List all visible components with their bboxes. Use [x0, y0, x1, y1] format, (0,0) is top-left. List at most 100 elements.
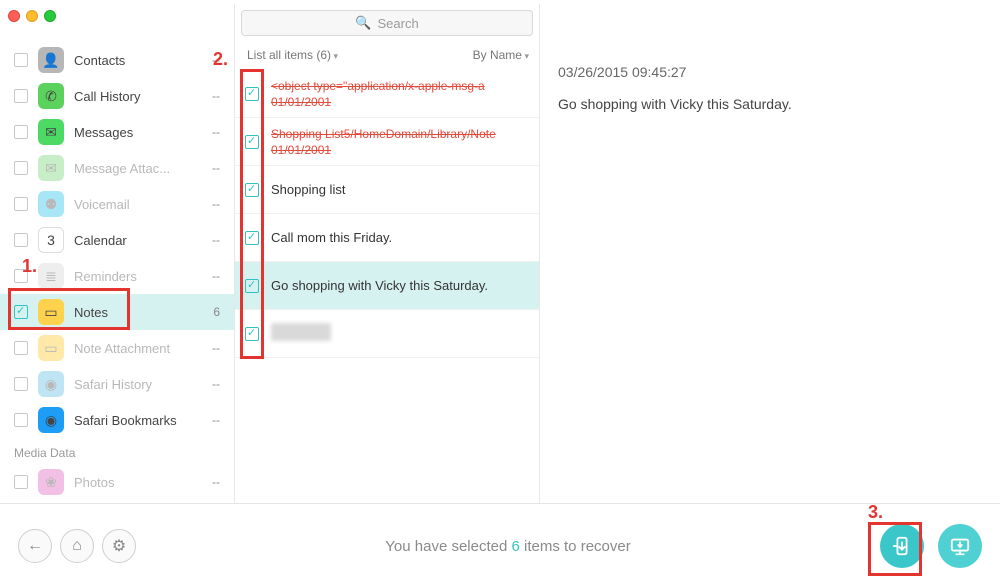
item-text: <object type="application/x-apple-msg-a0… [271, 78, 531, 108]
settings-button[interactable]: ⚙ [102, 529, 136, 563]
list-item[interactable]: Call mom this Friday. [235, 214, 539, 262]
list-item[interactable]: Shopping list [235, 166, 539, 214]
selection-status: You have selected 6 items to recover [136, 538, 880, 555]
sidebar-item-count: -- [212, 89, 224, 103]
sidebar-item-count: -- [212, 475, 224, 489]
sidebar-item-label: Note Attachment [74, 341, 212, 356]
status-count: 6 [512, 538, 520, 555]
item-text: Shopping List5/HomeDomain/Library/Note01… [271, 126, 531, 156]
category-icon: 👤 [38, 47, 64, 73]
sidebar-item-count: -- [212, 413, 224, 427]
sidebar-item-label: Photos [74, 475, 212, 490]
item-text [271, 323, 531, 344]
sidebar-item-safari-bookmarks[interactable]: ◉ Safari Bookmarks-- [0, 402, 234, 438]
item-title: Go shopping with Vicky this Saturday. [271, 278, 531, 293]
sidebar-item-call-history[interactable]: ✆Call History-- [0, 78, 234, 114]
zoom-window-button[interactable] [44, 10, 56, 22]
sidebar-item-note-attachment[interactable]: ▭ Note Attachment-- [0, 330, 234, 366]
category-icon: 3 [38, 227, 64, 253]
sidebar-item-label: Messages [74, 125, 212, 140]
computer-icon [949, 535, 971, 557]
category-icon: ▭ [38, 335, 64, 361]
list-item[interactable]: Go shopping with Vicky this Saturday. [235, 262, 539, 310]
sidebar-item-count: -- [212, 269, 224, 283]
sidebar-item-messages[interactable]: ✉Messages-- [0, 114, 234, 150]
checkbox[interactable] [14, 475, 28, 489]
item-title: Shopping list [271, 182, 531, 197]
checkbox[interactable] [14, 161, 28, 175]
sidebar-item-photos[interactable]: ❀ Photos-- [0, 464, 234, 500]
sidebar-item-safari-history[interactable]: ◉Safari History-- [0, 366, 234, 402]
sidebar-item-label: Message Attac... [74, 161, 212, 176]
sidebar-item-message-attac-[interactable]: ✉ Message Attac...-- [0, 150, 234, 186]
close-window-button[interactable] [8, 10, 20, 22]
category-icon: ▭ [38, 299, 64, 325]
item-title: Call mom this Friday. [271, 230, 531, 245]
sidebar-item-label: Contacts [74, 53, 212, 68]
category-sidebar: 👤Contacts--✆Call History--✉Messages--✉Me… [0, 4, 235, 503]
sidebar-item-label: Safari History [74, 377, 212, 392]
category-icon: ✉ [38, 155, 64, 181]
recover-to-device-button[interactable] [880, 524, 924, 568]
window-traffic-lights [8, 10, 56, 22]
list-item[interactable]: Shopping List5/HomeDomain/Library/Note01… [235, 118, 539, 166]
sidebar-item-voicemail[interactable]: ⚉Voicemail-- [0, 186, 234, 222]
sidebar-item-calendar[interactable]: 3Calendar-- [0, 222, 234, 258]
item-title: <object type="application/x-apple-msg-a [271, 78, 531, 94]
sidebar-item-count: -- [212, 161, 224, 175]
back-button[interactable]: ← [18, 529, 52, 563]
checkbox[interactable] [14, 197, 28, 211]
sidebar-item-contacts[interactable]: 👤Contacts-- [0, 42, 234, 78]
sidebar-item-reminders[interactable]: ≣ Reminders-- [0, 258, 234, 294]
search-icon: 🔍 [355, 15, 371, 31]
checkbox[interactable] [245, 231, 259, 245]
search-input[interactable]: 🔍 Search [241, 10, 533, 36]
checkbox[interactable] [14, 377, 28, 391]
sidebar-item-label: Voicemail [74, 197, 212, 212]
category-icon: ❀ [38, 469, 64, 495]
sidebar-item-count: -- [212, 233, 224, 247]
sidebar-item-notes[interactable]: ▭Notes6 [0, 294, 234, 330]
minimize-window-button[interactable] [26, 10, 38, 22]
checkbox[interactable] [245, 327, 259, 341]
category-icon: ◉ [38, 371, 64, 397]
status-post: items to recover [520, 538, 631, 555]
item-text: Go shopping with Vicky this Saturday. [271, 278, 531, 293]
sort-dropdown[interactable]: By Name [473, 48, 529, 62]
status-pre: You have selected [385, 538, 511, 555]
checkbox[interactable] [14, 305, 28, 319]
category-icon: ◉ [38, 407, 64, 433]
sidebar-item-label: Reminders [74, 269, 212, 284]
checkbox[interactable] [14, 413, 28, 427]
detail-body: Go shopping with Vicky this Saturday. [558, 96, 982, 112]
items-column: 🔍 Search List all items (6) By Name <obj… [235, 4, 540, 503]
footer-bar: ← ⌂ ⚙ You have selected 6 items to recov… [0, 508, 1000, 584]
category-icon: ≣ [38, 263, 64, 289]
item-title: Shopping List5/HomeDomain/Library/Note [271, 126, 531, 142]
item-subtitle: 01/01/2001 [271, 143, 531, 157]
checkbox[interactable] [14, 89, 28, 103]
home-button[interactable]: ⌂ [60, 529, 94, 563]
list-item[interactable] [235, 310, 539, 358]
checkbox[interactable] [14, 125, 28, 139]
sidebar-item-label: Call History [74, 89, 212, 104]
redacted-text [271, 323, 331, 341]
checkbox[interactable] [245, 87, 259, 101]
checkbox[interactable] [14, 233, 28, 247]
checkbox[interactable] [245, 135, 259, 149]
filter-dropdown[interactable]: List all items (6) [247, 48, 338, 62]
sidebar-item-label: Safari Bookmarks [74, 413, 212, 428]
detail-pane: 03/26/2015 09:45:27 Go shopping with Vic… [540, 4, 1000, 503]
sidebar-section-label: Media Data [0, 438, 234, 464]
checkbox[interactable] [14, 53, 28, 67]
items-list: <object type="application/x-apple-msg-a0… [235, 70, 539, 503]
item-subtitle: 01/01/2001 [271, 95, 531, 109]
checkbox[interactable] [14, 341, 28, 355]
checkbox[interactable] [14, 269, 28, 283]
recover-to-computer-button[interactable] [938, 524, 982, 568]
sidebar-item-count: -- [212, 341, 224, 355]
list-item[interactable]: <object type="application/x-apple-msg-a0… [235, 70, 539, 118]
checkbox[interactable] [245, 183, 259, 197]
category-icon: ⚉ [38, 191, 64, 217]
checkbox[interactable] [245, 279, 259, 293]
